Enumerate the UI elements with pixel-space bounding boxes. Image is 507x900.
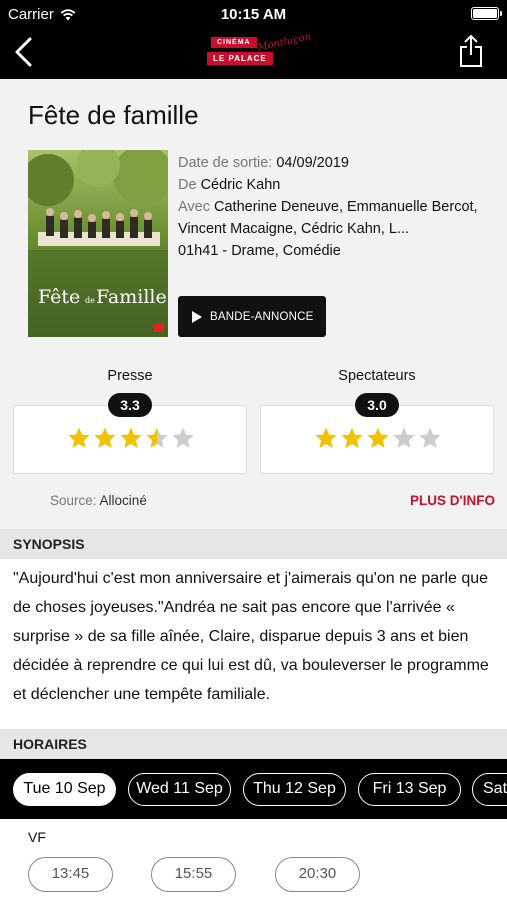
movie-poster[interactable]: Fête de Famille bbox=[28, 150, 168, 337]
day-tab-3[interactable]: Fri 13 Sep bbox=[358, 773, 461, 806]
cinema-logo: CINÉMA LE PALACE Montluçon bbox=[207, 31, 312, 69]
audience-label: Spectateurs bbox=[338, 368, 416, 384]
showtimes-header: HORAIRES bbox=[0, 729, 507, 759]
press-label: Presse bbox=[107, 368, 153, 384]
audience-rating: Spectateurs 3.0 bbox=[260, 368, 494, 474]
press-rating: Presse 3.3 bbox=[13, 368, 247, 474]
audience-star-icon bbox=[341, 427, 363, 448]
press-stars bbox=[14, 426, 248, 450]
synopsis-header: SYNOPSIS bbox=[0, 529, 507, 559]
showtime-button[interactable]: 20:30 bbox=[275, 857, 360, 892]
press-star-icon bbox=[68, 427, 90, 448]
press-score-badge: 3.3 bbox=[108, 393, 152, 417]
press-star-icon bbox=[146, 427, 168, 448]
poster-title-small: de bbox=[85, 296, 95, 305]
synopsis-text: "Aujourd'hui c'est mon anniversaire et j… bbox=[13, 570, 489, 703]
battery-icon bbox=[471, 7, 502, 20]
share-icon[interactable] bbox=[459, 34, 483, 68]
duration-genre: 01h41 - Drame, Comédie bbox=[178, 243, 341, 259]
back-chevron-icon[interactable] bbox=[12, 36, 36, 68]
audience-star-icon bbox=[315, 427, 337, 448]
more-info-link[interactable]: PLUS D'INFO bbox=[410, 493, 495, 508]
audience-score-badge: 3.0 bbox=[355, 393, 399, 417]
cast-row: Avec Catherine Deneuve, Emmanuelle Berco… bbox=[178, 199, 478, 237]
movie-title: Fête de famille bbox=[28, 100, 199, 130]
status-time: 10:15 AM bbox=[220, 6, 287, 23]
release-date-row: Date de sortie: 04/09/2019 bbox=[178, 155, 349, 171]
play-icon bbox=[192, 310, 202, 323]
poster-title-end: Famille bbox=[96, 286, 167, 308]
day-tab-4[interactable]: Sat bbox=[472, 773, 507, 806]
top-bar: Carrier 10:15 AM CINÉMA LE PALACE Montlu… bbox=[0, 0, 507, 79]
audience-stars bbox=[261, 426, 495, 450]
press-star-icon bbox=[172, 427, 194, 448]
showtime-button[interactable]: 13:45 bbox=[28, 857, 113, 892]
source-value: Allociné bbox=[99, 493, 147, 508]
day-tab-1[interactable]: Wed 11 Sep bbox=[128, 773, 231, 806]
press-star-icon bbox=[94, 427, 116, 448]
day-tab-2[interactable]: Thu 12 Sep bbox=[243, 773, 346, 806]
audience-star-icon bbox=[419, 427, 441, 448]
rating-source: Source: Allociné bbox=[50, 493, 147, 508]
day-tab-0[interactable]: Tue 10 Sep bbox=[13, 773, 116, 806]
poster-title-text: Fête bbox=[38, 286, 80, 308]
audience-star-icon bbox=[393, 427, 415, 448]
poster-image: Fête de Famille bbox=[28, 150, 168, 337]
press-star-icon bbox=[120, 427, 142, 448]
status-bar: Carrier 10:15 AM bbox=[0, 0, 507, 28]
audience-star-icon bbox=[367, 427, 389, 448]
day-selector: Tue 10 Sep Wed 11 Sep Thu 12 Sep Fri 13 … bbox=[0, 759, 507, 819]
language-label: VF bbox=[28, 829, 46, 845]
director-row: De Cédric Kahn bbox=[178, 177, 281, 193]
movie-info: Date de sortie: 04/09/2019 De Cédric Kah… bbox=[178, 152, 488, 262]
trailer-button[interactable]: BANDE-ANNONCE bbox=[178, 296, 326, 337]
showtime-button[interactable]: 15:55 bbox=[151, 857, 236, 892]
trailer-label: BANDE-ANNONCE bbox=[210, 310, 314, 323]
